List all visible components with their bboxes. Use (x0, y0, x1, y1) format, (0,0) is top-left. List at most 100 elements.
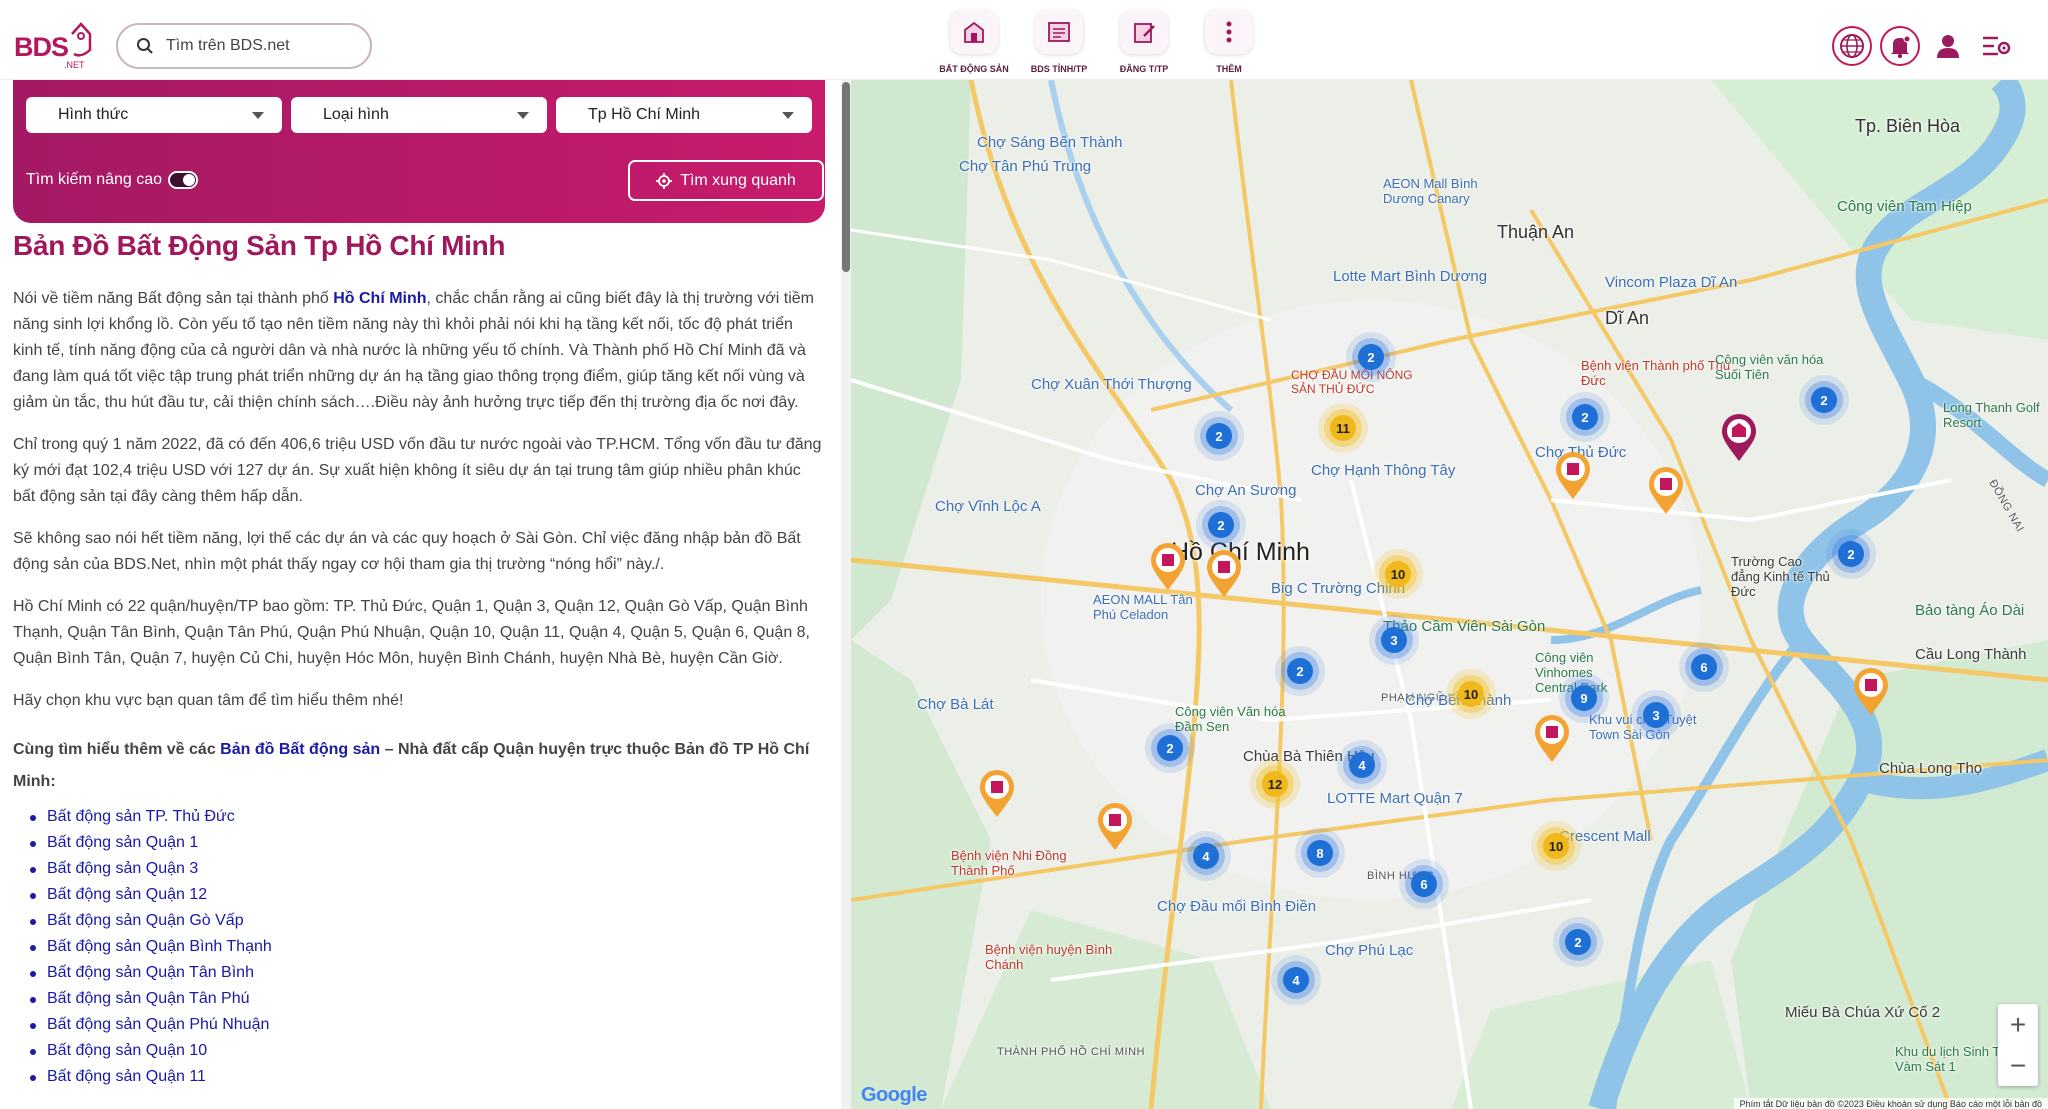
map-attribution[interactable]: Phím tắt Dữ liệu bản đồ ©2023 Điều khoản… (1733, 1098, 2048, 1109)
page-title: Bản Đồ Bất Động Sản Tp Hồ Chí Minh (13, 230, 506, 261)
poi-label: AEON Mall Bình Dương Canary (1383, 176, 1478, 206)
district-link[interactable]: Bất động sản Quận 10 (13, 1038, 825, 1064)
loai-hinh-select[interactable]: Loại hình (291, 97, 547, 133)
search-box[interactable] (116, 23, 372, 69)
poi-label: Chợ An Sương (1195, 482, 1297, 499)
search-nearby-button[interactable]: Tìm xung quanh (628, 160, 824, 201)
top-header: BDS .NET BẤT ĐỘNG SẢN BDS TỈNH/TP ĐĂNG T… (0, 0, 2048, 80)
poi-label: AEON MALL Tân Phú Celadon (1093, 592, 1193, 622)
search-input[interactable] (166, 37, 356, 55)
listing-cluster-large[interactable]: 11 (1330, 415, 1356, 441)
district-link[interactable]: Bất động sản Quận Phú Nhuận (13, 1012, 825, 1038)
project-pin-icon[interactable] (1148, 542, 1188, 592)
map-view[interactable]: Hồ Chí Minh Thuận An Dĩ An Tp. Biên Hòa … (851, 80, 2048, 1109)
hinh-thuc-select[interactable]: Hình thức (26, 97, 282, 133)
district-link[interactable]: Bất động sản TP. Thủ Đức (13, 804, 825, 830)
listing-cluster[interactable]: 3 (1643, 702, 1669, 728)
listing-cluster-large[interactable]: 10 (1385, 561, 1411, 587)
listing-cluster[interactable]: 2 (1572, 404, 1598, 430)
left-panel: Hình thức Loại hình Tp Hồ Chí Minh Tìm k… (0, 80, 840, 1109)
listing-cluster[interactable]: 6 (1411, 871, 1437, 897)
left-scrollbar[interactable] (841, 80, 851, 1109)
crosshair-icon (656, 172, 673, 189)
listing-cluster[interactable]: 2 (1565, 929, 1591, 955)
project-pin-icon[interactable] (1646, 466, 1686, 516)
district-link[interactable]: Bất động sản Quận Bình Thạnh (13, 934, 825, 960)
nav-label: THÊM (1216, 64, 1242, 74)
project-pin-icon[interactable] (977, 769, 1017, 819)
district-link[interactable]: Bất động sản Quận 12 (13, 882, 825, 908)
site-logo[interactable]: BDS .NET (14, 18, 94, 70)
place-label: Tp. Biên Hòa (1855, 116, 1961, 136)
listing-cluster[interactable]: 8 (1307, 840, 1333, 866)
logo-house-icon (71, 22, 92, 57)
project-pin-icon[interactable] (1532, 714, 1572, 764)
poi-label: Lotte Mart Bình Dương (1333, 268, 1488, 285)
listing-cluster[interactable]: 2 (1358, 344, 1384, 370)
settings-button[interactable] (1976, 26, 2016, 66)
listing-cluster-large[interactable]: 10 (1543, 833, 1569, 859)
property-icon (950, 10, 998, 54)
listing-cluster-large[interactable]: 12 (1262, 771, 1288, 797)
project-pin-icon[interactable] (1553, 451, 1593, 501)
bell-icon (1891, 35, 1911, 59)
listing-cluster[interactable]: 2 (1838, 541, 1864, 567)
paragraph: Hồ Chí Minh có 22 quận/huyện/TP bao gồm:… (13, 598, 810, 667)
project-pin-icon[interactable] (1851, 667, 1891, 717)
district-link[interactable]: Bất động sản Quận 3 (13, 856, 825, 882)
project-pin-icon[interactable] (1204, 549, 1244, 599)
zoom-out-button[interactable]: − (1998, 1045, 2038, 1086)
logo-text: BDS (14, 32, 69, 62)
district-link[interactable]: Bất động sản Quận Tân Phú (13, 986, 825, 1012)
project-pin-icon[interactable] (1095, 802, 1135, 852)
settings-menu-icon (1983, 36, 2011, 56)
listing-cluster[interactable]: 2 (1157, 735, 1183, 761)
zoom-in-button[interactable]: + (1998, 1004, 2038, 1045)
district-link[interactable]: Bất động sản Quận 1 (13, 830, 825, 856)
place-label: THÀNH PHỐ HỒ CHÍ MINH (997, 1046, 1145, 1058)
district-link[interactable]: Bất động sản Quận Tân Bình (13, 960, 825, 986)
zoom-control: + − (1998, 1004, 2038, 1086)
poi-label: LOTTE Mart Quận 7 (1327, 790, 1463, 807)
place-label: Thuận An (1497, 222, 1575, 242)
listing-cluster[interactable]: 4 (1349, 752, 1375, 778)
user-icon (1937, 35, 1959, 58)
scrollbar-thumb[interactable] (842, 82, 850, 272)
listing-cluster[interactable]: 6 (1691, 654, 1717, 680)
selected-project-pin-icon[interactable] (1719, 413, 1759, 463)
location-select[interactable]: Tp Hồ Chí Minh (556, 97, 812, 133)
poi-label: Vincom Plaza Dĩ An (1605, 274, 1738, 291)
paragraph: Hãy chọn khu vực bạn quan tâm để tìm hiể… (13, 692, 404, 709)
text: Nói về tiềm năng Bất động sản tại thành … (13, 290, 334, 307)
listing-cluster[interactable]: 2 (1287, 658, 1313, 684)
article: Bản Đồ Bất Động Sản Tp Hồ Chí Minh Nói v… (13, 230, 825, 1090)
district-link[interactable]: Bất động sản Quận Gò Vấp (13, 908, 825, 934)
listing-cluster[interactable]: 9 (1571, 685, 1597, 711)
listing-cluster[interactable]: 2 (1811, 387, 1837, 413)
select-value: Hình thức (58, 106, 129, 123)
poi-label: Chợ Xuân Thới Thượng (1031, 376, 1192, 393)
notifications-button[interactable] (1880, 26, 1920, 66)
select-value: Tp Hồ Chí Minh (588, 106, 701, 123)
nav-bds-tinh-tp[interactable]: BDS TỈNH/TP (1014, 10, 1104, 74)
nav-dang-tin[interactable]: ĐĂNG T/TP (1099, 10, 1189, 74)
listing-cluster-large[interactable]: 10 (1458, 681, 1484, 707)
listing-cluster[interactable]: 2 (1206, 423, 1232, 449)
account-button[interactable] (1928, 26, 1968, 66)
chevron-down-icon (252, 112, 264, 119)
nav-them[interactable]: THÊM (1184, 10, 1274, 74)
poi-label: Big C Trường Chinh (1271, 580, 1406, 597)
listing-cluster[interactable]: 2 (1208, 512, 1234, 538)
district-link[interactable]: Bất động sản Quận 11 (13, 1064, 825, 1090)
advanced-search-toggle[interactable] (168, 171, 198, 189)
ho-chi-minh-link[interactable]: Hồ Chí Minh (333, 290, 426, 307)
poi-label: Bệnh viện Thành phố Thủ Đức (1581, 358, 1731, 388)
place-label: Dĩ An (1605, 308, 1650, 328)
language-button[interactable] (1832, 26, 1872, 66)
listing-cluster[interactable]: 4 (1193, 843, 1219, 869)
real-estate-map-link[interactable]: Bản đồ Bất động sản (220, 741, 380, 758)
listing-cluster[interactable]: 4 (1283, 967, 1309, 993)
google-logo: Google (861, 1084, 927, 1106)
nav-bat-dong-san[interactable]: BẤT ĐỘNG SẢN (929, 10, 1019, 74)
listing-cluster[interactable]: 3 (1381, 627, 1407, 653)
